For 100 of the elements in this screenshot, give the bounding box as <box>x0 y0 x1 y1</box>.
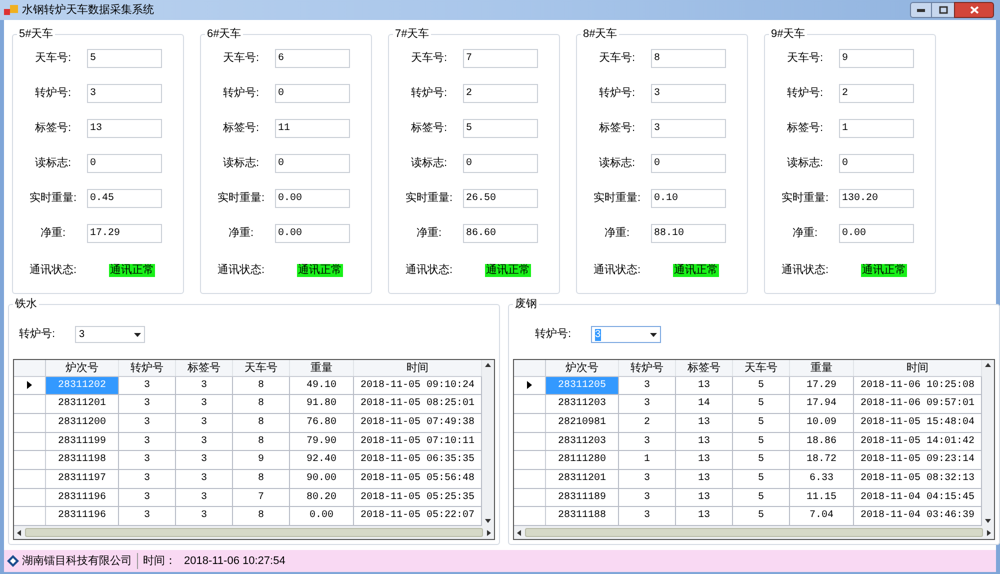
input-field[interactable]: 0 <box>651 154 726 172</box>
table-cell: 28311189 <box>546 488 619 506</box>
input-field[interactable]: 130.20 <box>839 188 914 208</box>
table-cell: 13 <box>676 507 733 525</box>
company-name: 湖南镭目科技有限公司 <box>22 554 132 569</box>
column-header[interactable]: 天车号 <box>733 360 790 376</box>
input-field[interactable]: 3 <box>651 84 726 102</box>
input-field[interactable]: 0.10 <box>651 188 726 208</box>
column-header[interactable]: 转炉号 <box>619 360 676 376</box>
column-header[interactable]: 天车号 <box>233 360 290 376</box>
field-label: 转炉号: <box>410 86 448 101</box>
table-cell: 3 <box>119 432 176 450</box>
table-cell: 28210981 <box>546 414 619 432</box>
input-field[interactable]: 86.60 <box>463 224 538 242</box>
table-cell: 5 <box>733 507 790 525</box>
field-label: 读标志: <box>786 156 824 171</box>
table-cell: 3 <box>119 507 176 525</box>
vertical-scrollbar[interactable] <box>482 360 494 526</box>
input-field[interactable]: 8 <box>651 48 726 68</box>
maximize-icon <box>938 6 948 14</box>
input-field[interactable]: 5 <box>87 48 162 68</box>
input-field[interactable]: 2 <box>463 84 538 102</box>
maximize-button[interactable] <box>932 2 954 18</box>
field-label: 实时重量: <box>592 190 642 206</box>
input-field[interactable]: 6 <box>275 48 350 68</box>
input-field[interactable]: 13 <box>87 118 162 138</box>
input-field[interactable]: 1 <box>839 118 914 138</box>
field-label: 读标志: <box>410 156 448 171</box>
input-field[interactable]: 0 <box>839 154 914 172</box>
left-arrow-icon <box>17 530 21 536</box>
table-cell: 3 <box>176 414 233 432</box>
panel-title: 7#天车 <box>394 27 430 42</box>
minimize-icon <box>917 8 925 12</box>
input-field[interactable]: 0.45 <box>87 188 162 208</box>
field-label: 转炉号: <box>786 86 824 101</box>
field-label: 转炉号: <box>34 86 72 101</box>
column-header[interactable]: 重量 <box>790 360 854 376</box>
field-label: 转炉号: <box>222 86 260 101</box>
table-cell: 3 <box>176 470 233 488</box>
input-field[interactable]: 2 <box>839 84 914 102</box>
input-field[interactable]: 7 <box>463 48 538 68</box>
app-icon <box>4 4 18 16</box>
scroll-thumb[interactable] <box>525 528 983 537</box>
input-field[interactable]: 5 <box>463 118 538 138</box>
table-cell: 9 <box>233 451 290 469</box>
field-label: 通讯状态: <box>404 262 454 278</box>
field-label: 天车号: <box>410 50 448 66</box>
input-field[interactable]: 0.00 <box>839 224 914 242</box>
close-button[interactable] <box>954 2 994 18</box>
vertical-scrollbar[interactable] <box>982 360 994 526</box>
status-indicator: 通讯正常 <box>109 264 155 276</box>
input-field[interactable]: 0.00 <box>275 224 350 242</box>
table-cell: 28311188 <box>546 507 619 525</box>
table-cell: 11.15 <box>790 488 854 506</box>
table-cell: 13 <box>676 376 733 394</box>
input-field[interactable]: 11 <box>275 118 350 138</box>
table-cell: 8 <box>233 395 290 413</box>
table-cell: 28311202 <box>46 376 119 394</box>
scroll-thumb[interactable] <box>25 528 483 537</box>
down-arrow-icon <box>985 519 991 523</box>
column-header[interactable]: 炉次号 <box>546 360 619 376</box>
time-value: 2018-11-06 10:27:54 <box>184 554 286 569</box>
column-header[interactable]: 标签号 <box>176 360 233 376</box>
column-header[interactable]: 重量 <box>290 360 354 376</box>
input-field[interactable]: 3 <box>87 84 162 102</box>
panel-title: 铁水 <box>14 297 38 312</box>
column-header[interactable]: 转炉号 <box>119 360 176 376</box>
table-cell: 7.04 <box>790 507 854 525</box>
window-title: 水钢转炉天车数据采集系统 <box>22 2 154 18</box>
column-header[interactable]: 标签号 <box>676 360 733 376</box>
table-cell: 79.90 <box>290 432 354 450</box>
table-cell: 76.80 <box>290 414 354 432</box>
table-cell: 3 <box>619 507 676 525</box>
table-cell: 3 <box>619 488 676 506</box>
table-cell: 28311200 <box>46 414 119 432</box>
field-label: 天车号: <box>786 50 824 66</box>
table-cell: 13 <box>676 414 733 432</box>
table-cell: 28311196 <box>46 507 119 525</box>
input-field[interactable]: 88.10 <box>651 224 726 242</box>
column-header[interactable]: 炉次号 <box>46 360 119 376</box>
horizontal-scrollbar[interactable] <box>514 526 994 539</box>
table-cell: 8 <box>233 376 290 394</box>
minimize-button[interactable] <box>910 2 932 18</box>
status-indicator: 通讯正常 <box>861 264 907 276</box>
input-field[interactable]: 17.29 <box>87 224 162 242</box>
input-field[interactable]: 0 <box>87 154 162 172</box>
input-field[interactable]: 0 <box>463 154 538 172</box>
table-cell: 80.20 <box>290 488 354 506</box>
field-label: 净重: <box>415 226 443 241</box>
input-field[interactable]: 0 <box>275 84 350 102</box>
input-field[interactable]: 0.00 <box>275 188 350 208</box>
input-field[interactable]: 3 <box>651 118 726 138</box>
field-label: 实时重量: <box>404 190 454 206</box>
dropdown[interactable]: 3 <box>75 326 145 343</box>
field-label: 天车号: <box>598 50 636 66</box>
input-field[interactable]: 26.50 <box>463 188 538 208</box>
input-field[interactable]: 0 <box>275 154 350 172</box>
horizontal-scrollbar[interactable] <box>14 526 494 539</box>
table-cell: 3 <box>176 376 233 394</box>
input-field[interactable]: 9 <box>839 48 914 68</box>
